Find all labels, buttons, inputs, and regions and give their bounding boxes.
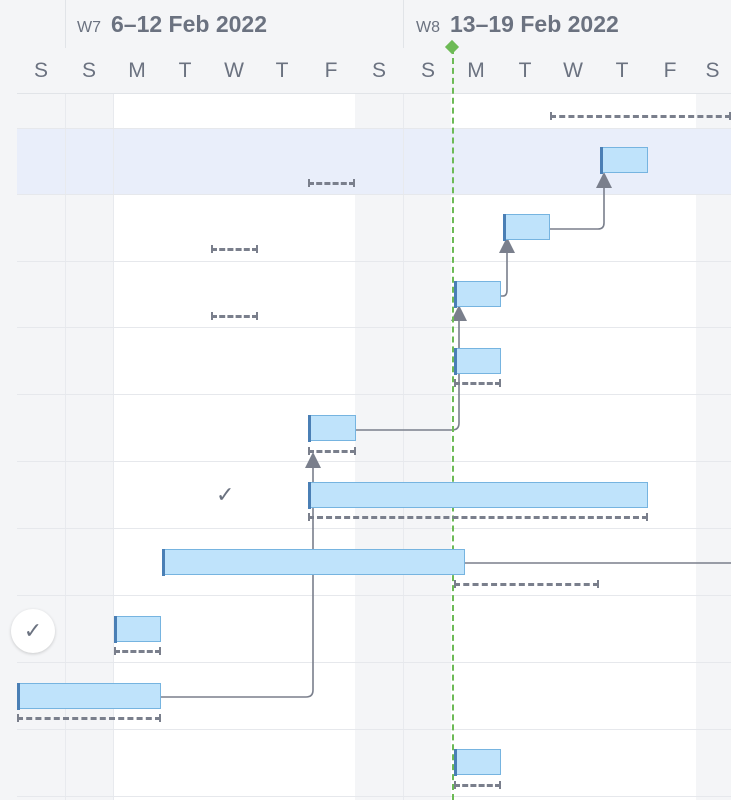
row-divider	[17, 327, 731, 328]
task-bar[interactable]	[16, 682, 161, 710]
day-label: M	[467, 59, 485, 82]
day-label: M	[128, 59, 146, 82]
row-divider	[17, 796, 731, 797]
day-label: F	[663, 59, 677, 82]
task-bar[interactable]	[453, 748, 501, 776]
row-divider	[17, 128, 731, 129]
weekend-column	[355, 93, 403, 800]
day-label: W	[563, 59, 583, 82]
check-icon[interactable]: ✓	[11, 609, 55, 653]
day-label: S	[371, 59, 386, 82]
weekend-column	[403, 93, 451, 800]
baseline-bar	[114, 647, 161, 655]
row-divider	[17, 662, 731, 663]
day-label: T	[275, 59, 289, 82]
weekend-column	[696, 93, 731, 800]
row-divider	[17, 595, 731, 596]
baseline-bar	[550, 112, 731, 120]
week-number: W8	[416, 19, 440, 36]
day-label: T	[518, 59, 532, 82]
day-label: W	[224, 59, 244, 82]
week-label-w8: W8 13–19 Feb 2022	[416, 11, 619, 38]
baseline-bar	[308, 447, 356, 455]
baseline-bar	[211, 245, 258, 253]
baseline-bar	[308, 513, 648, 521]
row-divider	[17, 729, 731, 730]
today-line	[452, 48, 454, 800]
day-header: S S M T W T F S S M T W T F S	[17, 48, 731, 94]
row-divider	[17, 394, 731, 395]
week-range: 6–12 Feb 2022	[111, 11, 268, 37]
week-range: 13–19 Feb 2022	[450, 11, 619, 37]
task-bar[interactable]	[453, 347, 501, 375]
baseline-bar	[308, 179, 355, 187]
task-bar[interactable]	[161, 548, 465, 576]
gantt-timeline: W7 6–12 Feb 2022 W8 13–19 Feb 2022 S S M T…	[0, 0, 731, 800]
task-bar[interactable]	[113, 615, 161, 643]
day-label: S	[33, 59, 48, 82]
task-bar[interactable]	[502, 213, 550, 241]
row-divider	[17, 194, 731, 195]
baseline-bar	[211, 312, 258, 320]
header-divider	[65, 0, 66, 48]
day-label: S	[420, 59, 435, 82]
day-label: F	[324, 59, 338, 82]
dependency-link	[499, 237, 515, 297]
left-gutter	[0, 0, 18, 800]
week-header: W7 6–12 Feb 2022 W8 13–19 Feb 2022	[17, 0, 731, 49]
baseline-bar	[454, 781, 501, 789]
day-label: T	[178, 59, 192, 82]
week-label-w7: W7 6–12 Feb 2022	[77, 11, 267, 38]
baseline-bar	[17, 714, 161, 722]
week-number: W7	[77, 19, 101, 36]
day-label: T	[615, 59, 629, 82]
day-label: S	[705, 59, 720, 82]
task-bar[interactable]	[453, 280, 501, 308]
row-divider	[17, 261, 731, 262]
task-bar[interactable]	[307, 481, 648, 509]
header-divider	[403, 0, 404, 48]
baseline-bar	[454, 580, 599, 588]
row-divider	[17, 528, 731, 529]
task-bar[interactable]	[307, 414, 356, 442]
grid-line	[403, 48, 404, 800]
day-label: S	[81, 59, 96, 82]
check-icon: ✓	[216, 482, 235, 507]
baseline-bar	[454, 379, 501, 387]
row-divider	[17, 461, 731, 462]
task-bar[interactable]	[599, 146, 648, 174]
